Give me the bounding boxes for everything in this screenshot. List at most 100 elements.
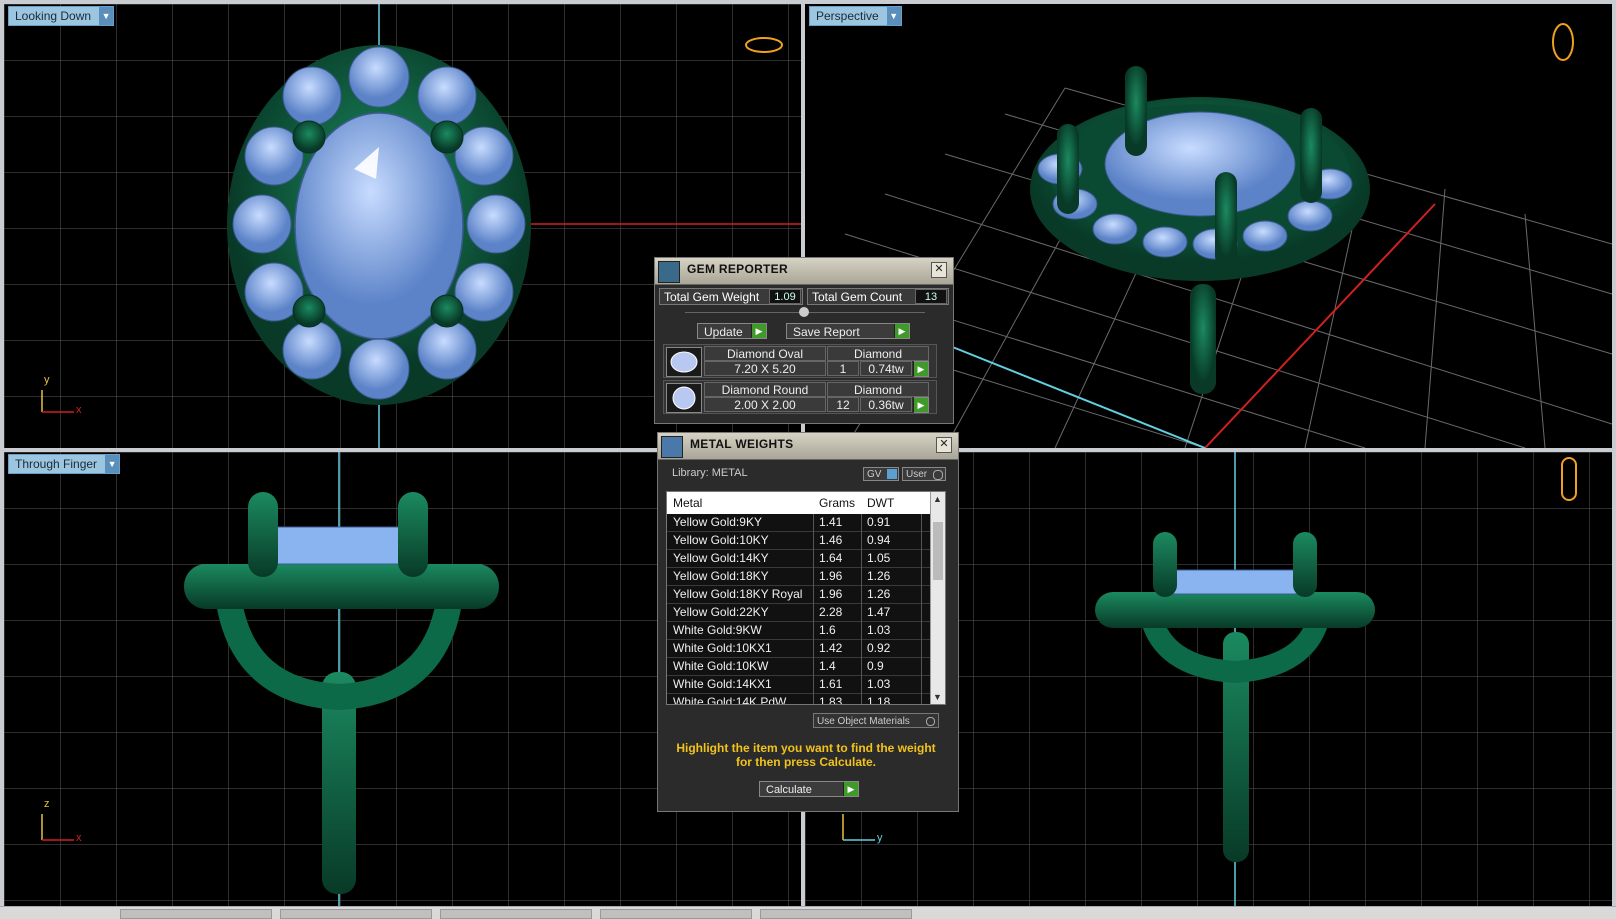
toggle-off-icon [933,470,943,480]
metal-weights-panel: METAL WEIGHTS ✕ Library: METAL GV User M… [657,432,959,812]
table-row[interactable]: Yellow Gold:22KY 2.28 1.47 [667,604,945,622]
gem-size: 7.20 X 5.20 [704,361,826,376]
column-header-grams[interactable]: Grams [819,492,855,514]
panel-title: GEM REPORTER [687,262,788,276]
metal-grams: 2.28 [819,605,843,619]
play-icon: ▶ [894,324,909,338]
gem-count: 1 [827,361,859,376]
metal-dwt: 1.18 [867,695,891,705]
viewport-view-selector[interactable]: Looking Down ▼ [8,6,115,26]
table-row[interactable]: Yellow Gold:18KY Royal 1.96 1.26 [667,586,945,604]
metal-grams: 1.46 [819,533,843,547]
viewport-view-label: Through Finger [15,457,98,471]
metal-dwt: 1.05 [867,551,891,565]
gem-reporter-titlebar[interactable]: GEM REPORTER ✕ [655,258,953,285]
metal-name: White Gold:14K PdW [673,695,787,705]
metal-grams: 1.41 [819,515,843,529]
gem-material: Diamond [827,382,929,397]
close-icon[interactable]: ✕ [931,262,947,278]
calculate-label: Calculate [766,784,812,796]
scroll-thumb[interactable] [933,522,943,580]
play-icon: ▶ [751,324,766,338]
table-row[interactable]: White Gold:14K PdW 1.83 1.18 [667,694,945,705]
table-scrollbar[interactable]: ▲ ▼ [930,492,945,704]
toggle-on-icon [887,469,897,479]
table-header: Metal Grams DWT [667,492,945,514]
metal-grams: 1.83 [819,695,843,705]
calculate-button[interactable]: Calculate ▶ [759,781,859,797]
update-button[interactable]: Update ▶ [697,323,767,339]
gem-row[interactable]: Diamond Oval Diamond 7.20 X 5.20 1 0.74t… [663,344,937,378]
metal-dwt: 1.03 [867,623,891,637]
total-gem-count-label: Total Gem Count [812,290,903,304]
metal-dwt: 1.03 [867,677,891,691]
column-header-metal[interactable]: Metal [673,492,702,514]
table-row[interactable]: Yellow Gold:14KY 1.64 1.05 [667,550,945,568]
viewport-view-label: Perspective [816,9,879,23]
gem-shape: Diamond Oval [704,346,826,361]
metal-grams: 1.64 [819,551,843,565]
gv-toggle[interactable]: GV [863,467,899,481]
axis-label-x: x [76,832,82,844]
table-row[interactable]: White Gold:9KW 1.6 1.03 [667,622,945,640]
gem-row-select-button[interactable]: ▶ [913,361,929,377]
table-row[interactable]: White Gold:14KX1 1.61 1.03 [667,676,945,694]
table-row[interactable]: White Gold:10KW 1.4 0.9 [667,658,945,676]
metal-weights-titlebar[interactable]: METAL WEIGHTS ✕ [658,433,958,460]
metal-name: Yellow Gold:18KY Royal [673,587,803,601]
viewport-view-selector[interactable]: Through Finger ▼ [8,454,121,474]
gem-row[interactable]: Diamond Round Diamond 2.00 X 2.00 12 0.3… [663,380,937,414]
metal-grams: 1.96 [819,569,843,583]
metal-name: Yellow Gold:18KY [673,569,769,583]
table-row[interactable]: Yellow Gold:9KY 1.41 0.91 [667,514,945,532]
collapse-toggle-icon[interactable] [799,307,809,317]
toggle-off-icon [926,717,935,726]
close-icon[interactable]: ✕ [936,437,952,453]
gem-weight: 0.74tw [860,361,912,376]
total-gem-count-value: 13 [915,289,947,304]
user-label: User [906,469,928,480]
table-row[interactable]: White Gold:10KX1 1.42 0.92 [667,640,945,658]
table-row[interactable]: Yellow Gold:18KY 1.96 1.26 [667,568,945,586]
scroll-down-icon[interactable]: ▼ [933,692,942,702]
update-button-label: Update [704,325,743,339]
column-divider [921,514,922,704]
chevron-down-icon[interactable]: ▼ [99,7,114,25]
play-icon: ▶ [913,398,928,412]
use-object-materials-label: Use Object Materials [817,716,910,727]
metal-dwt: 0.94 [867,533,891,547]
table-row[interactable]: Yellow Gold:10KY 1.46 0.94 [667,532,945,550]
metal-weights-icon [661,436,683,458]
metal-grams: 1.61 [819,677,843,691]
axis-label-x: x [76,404,82,416]
halo-metal [184,564,499,609]
metal-dwt: 1.47 [867,605,891,619]
chevron-down-icon[interactable]: ▼ [886,7,901,25]
metal-dwt: 0.91 [867,515,891,529]
metal-name: Yellow Gold:9KY [673,515,762,529]
scroll-up-icon[interactable]: ▲ [933,494,942,504]
metal-dwt: 0.92 [867,641,891,655]
save-report-button[interactable]: Save Report ▶ [786,323,910,339]
user-toggle[interactable]: User [902,467,946,481]
metal-dwt: 1.26 [867,587,891,601]
gem-reporter-icon [658,261,680,283]
use-object-materials-toggle[interactable]: Use Object Materials [813,713,939,728]
metal-name: White Gold:9KW [673,623,762,637]
metal-name: Yellow Gold:10KY [673,533,769,547]
gem-row-select-button[interactable]: ▶ [913,397,929,413]
gem-material: Diamond [827,346,929,361]
viewport-view-selector[interactable]: Perspective ▼ [809,6,902,26]
metal-name: Yellow Gold:14KY [673,551,769,565]
save-report-label: Save Report [793,325,860,339]
gem-count: 12 [827,397,859,412]
halo-metal [1095,592,1375,628]
total-gem-weight-label: Total Gem Weight [664,290,760,304]
gem-shape: Diamond Round [704,382,826,397]
metal-grams: 1.4 [819,659,836,673]
play-icon: ▶ [843,782,858,796]
chevron-down-icon[interactable]: ▼ [105,455,120,473]
column-header-dwt[interactable]: DWT [867,492,894,514]
metal-dwt: 1.26 [867,569,891,583]
play-icon: ▶ [913,362,928,376]
